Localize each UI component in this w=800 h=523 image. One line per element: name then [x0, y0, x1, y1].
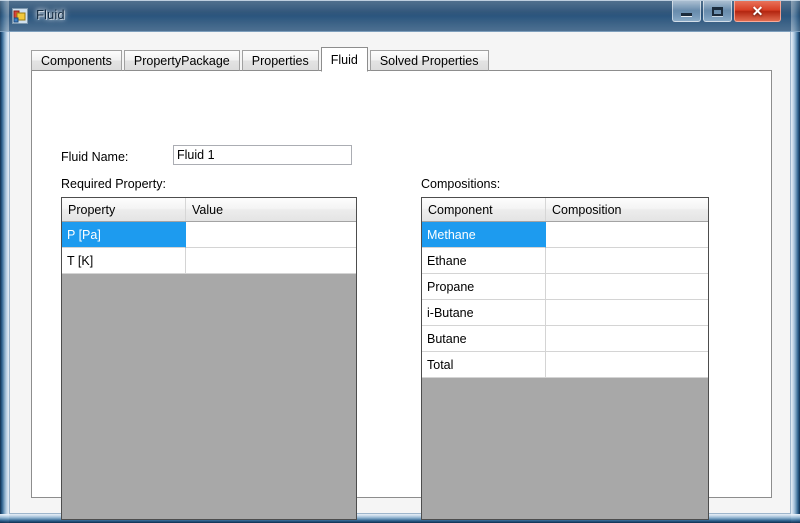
table-row[interactable]: Propane: [422, 274, 708, 300]
tab-propertypackage[interactable]: PropertyPackage: [123, 50, 240, 71]
row-name-cell[interactable]: P [Pa]: [62, 222, 186, 248]
maximize-button[interactable]: [703, 1, 732, 22]
window-border-right: [791, 0, 800, 523]
row-name-cell[interactable]: T [K]: [62, 248, 186, 274]
minimize-button[interactable]: [672, 1, 701, 22]
minimize-icon: [681, 13, 692, 16]
column-header[interactable]: Value: [186, 198, 356, 221]
composition-grid[interactable]: Component Composition Methane Ethane Propan…: [421, 197, 709, 520]
fluid-name-label: Fluid Name:: [61, 150, 129, 164]
table-row[interactable]: i-Butane: [422, 300, 708, 326]
row-value-cell[interactable]: [546, 352, 708, 378]
row-value-cell[interactable]: [546, 300, 708, 326]
row-name-cell[interactable]: Propane: [422, 274, 546, 300]
row-value-cell[interactable]: [546, 248, 708, 274]
close-icon: ✕: [751, 3, 764, 19]
row-name-cell[interactable]: Butane: [422, 326, 546, 352]
table-row[interactable]: Methane: [422, 222, 708, 248]
row-value-cell[interactable]: [546, 222, 708, 248]
column-header[interactable]: Component: [422, 198, 546, 221]
tab-components[interactable]: Components: [31, 50, 122, 71]
grid-header-row: Property Value: [62, 198, 356, 222]
required-property-grid[interactable]: Property Value P [Pa] T [K]: [61, 197, 357, 520]
row-name-cell[interactable]: Ethane: [422, 248, 546, 274]
required-property-label: Required Property:: [61, 177, 166, 191]
fluid-name-input[interactable]: [173, 145, 352, 165]
tab-properties[interactable]: Properties: [241, 50, 319, 71]
table-row[interactable]: T [K]: [62, 248, 356, 274]
row-name-cell[interactable]: Methane: [422, 222, 546, 248]
tab-solved-properties[interactable]: Solved Properties: [369, 50, 489, 71]
title-bar[interactable]: Fluid ✕: [0, 0, 800, 32]
row-value-cell[interactable]: [546, 326, 708, 352]
tab-strip: Components PropertyPackage Properties Fluid…: [31, 46, 772, 72]
close-button[interactable]: ✕: [734, 1, 781, 22]
column-header[interactable]: Composition: [546, 198, 708, 221]
row-value-cell[interactable]: [186, 248, 356, 274]
row-value-cell[interactable]: [186, 222, 356, 248]
form-client-area: Components PropertyPackage Properties Fluid…: [9, 32, 791, 520]
grid-body: P [Pa] T [K]: [62, 222, 356, 274]
window-title: Fluid: [36, 7, 65, 22]
window-border-left: [0, 0, 9, 523]
table-row[interactable]: Butane: [422, 326, 708, 352]
application-window: Fluid ✕ Components PropertyPackage Propert…: [0, 0, 800, 523]
table-row[interactable]: P [Pa]: [62, 222, 356, 248]
tab-fluid[interactable]: Fluid: [320, 47, 368, 72]
row-name-cell[interactable]: Total: [422, 352, 546, 378]
compositions-label: Compositions:: [421, 177, 501, 191]
maximize-icon: [712, 6, 723, 16]
tab-control: Components PropertyPackage Properties Fluid…: [31, 46, 772, 520]
row-name-cell[interactable]: i-Butane: [422, 300, 546, 326]
table-row[interactable]: Total: [422, 352, 708, 378]
screen: Fluid ✕ Components PropertyPackage Propert…: [0, 0, 800, 523]
table-row[interactable]: Ethane: [422, 248, 708, 274]
tab-page-fluid: Fluid Name: Required Property: Compositi…: [31, 70, 772, 520]
column-header[interactable]: Property: [62, 198, 186, 221]
grid-body: Methane Ethane Propane i-Butane Butane Total: [422, 222, 708, 378]
winforms-app-icon: [12, 8, 28, 24]
row-value-cell[interactable]: [546, 274, 708, 300]
grid-header-row: Component Composition: [422, 198, 708, 222]
